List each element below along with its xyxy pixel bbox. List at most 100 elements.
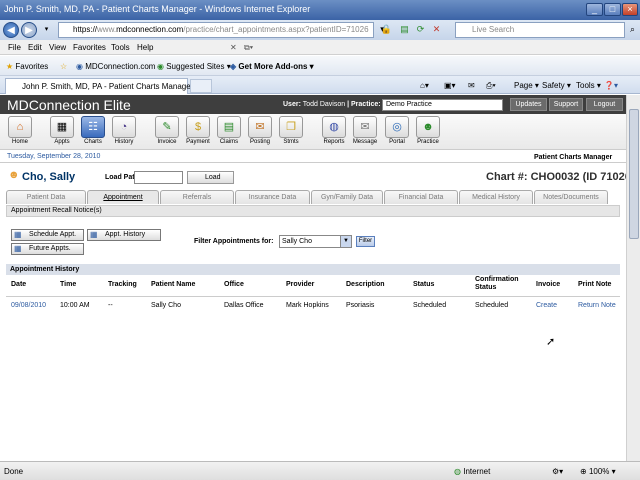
home-icon[interactable]: ⌂▾ <box>420 81 429 90</box>
create-invoice-link[interactable]: Create <box>536 302 557 309</box>
appt-history-button[interactable]: Appt. History <box>87 229 161 241</box>
fav-mdconnection[interactable]: ◉ MDConnection.com - <box>76 62 160 71</box>
search-input[interactable]: Live Search <box>455 22 625 38</box>
address-input[interactable]: https://www.mdconnection.com/practice/ch… <box>58 22 374 38</box>
close-window-button[interactable]: × <box>622 3 638 16</box>
url-path: /practice/chart_appointments.aspx?patien… <box>183 25 369 34</box>
col-status: Status <box>413 281 435 288</box>
tab-financial-data[interactable]: Financial Data <box>384 190 458 204</box>
forward-icon[interactable]: ▶ <box>21 22 37 38</box>
support-button[interactable]: Support <box>549 98 583 111</box>
patient-id-input[interactable] <box>134 171 183 184</box>
col-office: Office <box>224 281 244 288</box>
row-date[interactable]: 09/08/2010 <box>11 302 46 309</box>
back-icon[interactable]: ◀ <box>3 22 19 38</box>
fav-addons-label: Get More Add-ons ▾ <box>238 62 314 71</box>
row-patient-name: Sally Cho <box>151 302 181 309</box>
zoom-level: 100% <box>588 467 610 476</box>
tool-stmts-label: Stmts <box>283 139 299 145</box>
tool-message-label: Message <box>352 139 378 145</box>
row-time: 10:00 AM <box>60 302 90 309</box>
cmd-tools[interactable]: Tools ▾ <box>576 81 601 90</box>
favorites-button[interactable]: ★ Favorites <box>6 62 48 71</box>
tab-gyn-family-data[interactable]: Gyn/Family Data <box>311 190 383 204</box>
tool-payment[interactable]: $ Payment <box>184 116 212 145</box>
practice-select[interactable]: Demo Practice <box>382 99 503 111</box>
schedule-appt-button[interactable]: Schedule Appt. <box>11 229 84 241</box>
protected-mode-icon[interactable]: ⚙▾ <box>552 467 563 476</box>
recent-pages-icon[interactable]: ▾ <box>40 23 53 36</box>
convert-icon[interactable]: ⧉▾ <box>244 43 253 53</box>
tab-patient-data[interactable]: Patient Data <box>6 190 86 204</box>
page-content: MDConnection Elite User: Todd Davison | … <box>0 95 626 461</box>
zone-label: Internet <box>463 467 491 476</box>
cmd-safety[interactable]: Safety ▾ <box>542 81 571 90</box>
feeds-icon[interactable]: ▣▾ <box>444 81 456 90</box>
lock-icon[interactable]: 🔒 <box>380 23 393 36</box>
tab-notes-documents[interactable]: Notes/Documents <box>534 190 608 204</box>
fav-addons[interactable]: ◈ Get More Add-ons ▾ <box>230 62 314 71</box>
tool-portal[interactable]: ◎ Portal <box>383 116 411 145</box>
doctor-icon: ☻ <box>416 116 440 138</box>
close-tab-icon[interactable]: ✕ <box>230 43 237 52</box>
menu-view[interactable]: View <box>49 43 66 52</box>
invoice-icon: ✎ <box>155 116 179 138</box>
new-tab-button[interactable] <box>190 79 212 93</box>
tool-history[interactable]: ◔ History <box>110 116 138 145</box>
maximize-button[interactable]: □ <box>604 3 621 16</box>
future-appts-button[interactable]: Future Appts. <box>11 243 84 255</box>
cmd-page[interactable]: Page ▾ <box>514 81 539 90</box>
col-print-note: Print Note <box>578 281 612 288</box>
history-icon: ◔ <box>112 116 136 138</box>
menu-favorites[interactable]: Favorites <box>73 43 106 52</box>
stop-icon[interactable]: ✕ <box>430 23 443 36</box>
browser-tab[interactable]: John P. Smith, MD, PA - Patient Charts M… <box>5 78 193 94</box>
tool-appts[interactable]: ▦ Appts <box>48 116 76 145</box>
tool-portal-label: Portal <box>389 139 405 145</box>
load-button[interactable]: Load <box>187 171 234 184</box>
tool-stmts[interactable]: ❐ Stmts <box>277 116 305 145</box>
menu-help[interactable]: Help <box>137 43 153 52</box>
message-icon: ✉ <box>353 116 377 138</box>
tab-appointment[interactable]: Appointment <box>87 190 159 204</box>
compatibility-icon[interactable]: ▤ <box>398 23 411 36</box>
tool-invoice[interactable]: ✎ Invoice <box>153 116 181 145</box>
tab-referrals[interactable]: Referrals <box>160 190 234 204</box>
menu-tools[interactable]: Tools <box>111 43 130 52</box>
browser-tab-bar: John P. Smith, MD, PA - Patient Charts M… <box>0 76 640 94</box>
tool-charts[interactable]: ☷ Charts <box>79 116 107 145</box>
fav-suggested-sites[interactable]: ◉ Suggested Sites ▾ <box>157 62 231 71</box>
search-icon[interactable]: ⌕ <box>626 23 639 36</box>
menu-file[interactable]: File <box>8 43 21 52</box>
col-tracking: Tracking <box>108 281 137 288</box>
user-info: User: Todd Davison | Practice: <box>283 101 381 108</box>
tool-posting-label: Posting <box>249 139 270 145</box>
print-icon[interactable]: ⎙▾ <box>486 81 496 91</box>
tool-message[interactable]: ✉ Message <box>351 116 379 145</box>
scroll-thumb[interactable] <box>629 109 639 239</box>
tool-posting[interactable]: ✉ Posting <box>246 116 274 145</box>
current-date: Tuesday, September 28, 2010 <box>7 153 101 160</box>
help-icon[interactable]: ❓▾ <box>604 81 618 90</box>
vertical-scrollbar[interactable] <box>626 95 640 461</box>
tool-claims[interactable]: ▤ Claims <box>215 116 243 145</box>
return-note-link[interactable]: Return Note <box>578 302 616 309</box>
tab-medical-history[interactable]: Medical History <box>459 190 533 204</box>
tool-practice[interactable]: ☻ Practice <box>414 116 442 145</box>
read-mail-icon[interactable]: ✉ <box>468 81 475 90</box>
filter-button[interactable]: Filter <box>356 236 375 247</box>
tool-home[interactable]: ⌂ Home <box>6 116 34 145</box>
tab-insurance-data[interactable]: Insurance Data <box>235 190 310 204</box>
tool-reports[interactable]: ◍ Reports <box>320 116 348 145</box>
refresh-icon[interactable]: ⟳ <box>414 23 427 36</box>
updates-button[interactable]: Updates <box>510 98 547 111</box>
zoom-icon: ⊕ <box>580 467 587 476</box>
minimize-button[interactable]: _ <box>586 3 603 16</box>
filter-select-value: Sally Cho <box>282 238 312 245</box>
menu-edit[interactable]: Edit <box>28 43 42 52</box>
logout-button[interactable]: Logout <box>586 98 623 111</box>
add-favorite-icon[interactable]: ☆ <box>60 62 67 71</box>
future-icon: ▦ <box>14 244 22 253</box>
zoom-control[interactable]: ⊕ 100% ▾ <box>580 467 616 476</box>
filter-select[interactable]: Sally Cho ▼ <box>279 235 352 248</box>
